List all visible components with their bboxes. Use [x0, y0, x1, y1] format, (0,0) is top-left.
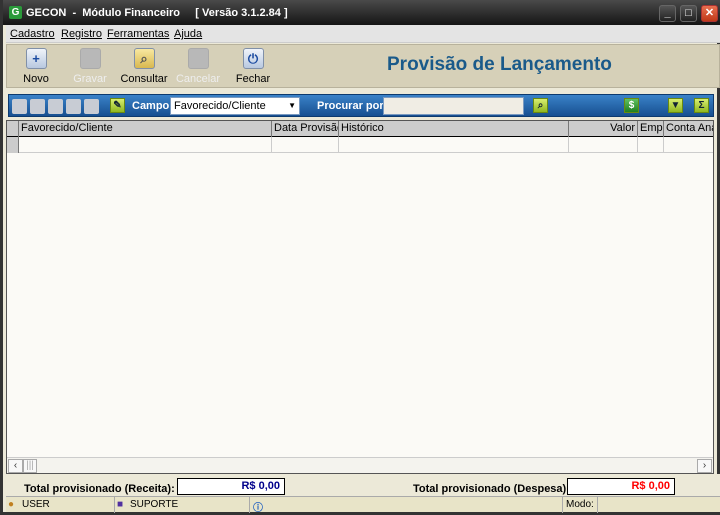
cell[interactable]: [339, 137, 569, 153]
totals-panel: Total provisionado (Receita): R$ 0,00 To…: [6, 474, 720, 496]
novo-label: Novo: [23, 73, 49, 85]
despesa-value: R$ 0,00: [567, 478, 675, 495]
nav-prev-button[interactable]: [30, 99, 45, 114]
search-bar: ✎ Campo Favorecido/Cliente ▼ Procurar por…: [8, 94, 714, 117]
cell[interactable]: [569, 137, 638, 153]
scroll-right-button[interactable]: ›: [697, 459, 712, 473]
maximize-button[interactable]: □: [680, 5, 697, 22]
menu-ferramentas[interactable]: Ferramentas: [107, 28, 169, 40]
cancelar-label: Cancelar: [175, 73, 221, 85]
app-window: G GECON - Módulo Financeiro [ Versão 3.1…: [0, 0, 720, 515]
col-emp[interactable]: Emp: [638, 121, 664, 137]
cell[interactable]: [19, 137, 272, 153]
col-conta-ana[interactable]: Conta Ana: [664, 121, 713, 137]
consultar-label: Consultar: [120, 73, 168, 85]
info-icon: ⓘ: [253, 503, 263, 514]
status-machine: SUPORTE: [130, 499, 179, 510]
menu-ajuda[interactable]: Ajuda: [174, 28, 202, 40]
procurar-label: Procurar por: [317, 100, 384, 112]
scroll-left-button[interactable]: ‹: [8, 459, 23, 473]
toolbar: + Novo Gravar ⌕ Consultar Cancelar ⏻ Fechar…: [6, 44, 720, 88]
money-icon[interactable]: $: [624, 98, 639, 113]
novo-button[interactable]: + Novo: [9, 48, 63, 85]
receita-label: Total provisionado (Receita):: [24, 483, 175, 495]
cell[interactable]: [272, 137, 339, 153]
col-historico[interactable]: Histórico: [339, 121, 569, 137]
data-grid[interactable]: Favorecido/Cliente Data Provisão Históri…: [6, 120, 714, 474]
campo-select[interactable]: Favorecido/Cliente ▼: [170, 97, 300, 115]
chevron-down-icon: ▼: [288, 101, 296, 110]
page-title: Provisão de Lançamento: [387, 54, 612, 75]
cancel-icon: [187, 48, 209, 69]
minimize-button[interactable]: _: [659, 5, 676, 22]
col-valor[interactable]: Valor: [569, 121, 638, 137]
fechar-button[interactable]: ⏻ Fechar: [226, 48, 280, 85]
edit-icon[interactable]: ✎: [110, 98, 125, 113]
folder-search-icon: ⌕: [133, 48, 155, 69]
cancelar-button: Cancelar: [171, 48, 225, 85]
save-icon: [79, 48, 101, 69]
campo-label: Campo: [132, 100, 170, 112]
horizontal-scrollbar[interactable]: ‹ ||| ›: [7, 457, 713, 473]
consultar-button[interactable]: ⌕ Consultar: [117, 48, 171, 85]
search-icon[interactable]: ⌕: [533, 98, 548, 113]
status-user: USER: [22, 499, 50, 510]
nav-next-button[interactable]: [48, 99, 63, 114]
menu-cadastro[interactable]: Cadastro: [10, 28, 55, 40]
nav-refresh-button[interactable]: [84, 99, 99, 114]
power-icon: ⏻: [242, 48, 264, 69]
search-input[interactable]: [383, 97, 524, 115]
computer-icon: ■: [117, 499, 124, 510]
menu-registro[interactable]: Registro: [61, 28, 102, 40]
receita-value: R$ 0,00: [177, 478, 285, 495]
row-indicator: [7, 137, 19, 153]
nav-last-button[interactable]: [66, 99, 81, 114]
status-bar: ● USER ■ SUPORTE ⓘ Modo:: [6, 496, 720, 514]
filter-icon[interactable]: ▼: [668, 98, 683, 113]
cell[interactable]: [638, 137, 664, 153]
grid-header: Favorecido/Cliente Data Provisão Históri…: [7, 121, 713, 137]
user-icon: ●: [8, 499, 15, 510]
nav-first-button[interactable]: [12, 99, 27, 114]
title-bar: G GECON - Módulo Financeiro [ Versão 3.1…: [3, 0, 720, 25]
sum-icon[interactable]: Σ: [694, 98, 709, 113]
fechar-label: Fechar: [235, 73, 271, 85]
plus-document-icon: +: [25, 48, 47, 69]
gravar-label: Gravar: [73, 73, 107, 85]
scroll-thumb[interactable]: |||: [23, 459, 37, 473]
modo-label: Modo:: [566, 499, 594, 510]
despesa-label: Total provisionado (Despesa):: [413, 483, 570, 495]
gravar-button: Gravar: [63, 48, 117, 85]
menu-bar: Cadastro Registro Ferramentas Ajuda: [6, 25, 720, 43]
col-favorecido[interactable]: Favorecido/Cliente: [19, 121, 272, 137]
close-button[interactable]: ✕: [701, 5, 718, 22]
campo-value: Favorecido/Cliente: [174, 100, 266, 112]
app-logo-icon: G: [9, 6, 22, 19]
table-row[interactable]: [7, 137, 713, 153]
row-indicator-header: [7, 121, 19, 137]
col-data-provisao[interactable]: Data Provisão: [272, 121, 339, 137]
window-title: GECON - Módulo Financeiro [ Versão 3.1.2…: [26, 7, 288, 19]
